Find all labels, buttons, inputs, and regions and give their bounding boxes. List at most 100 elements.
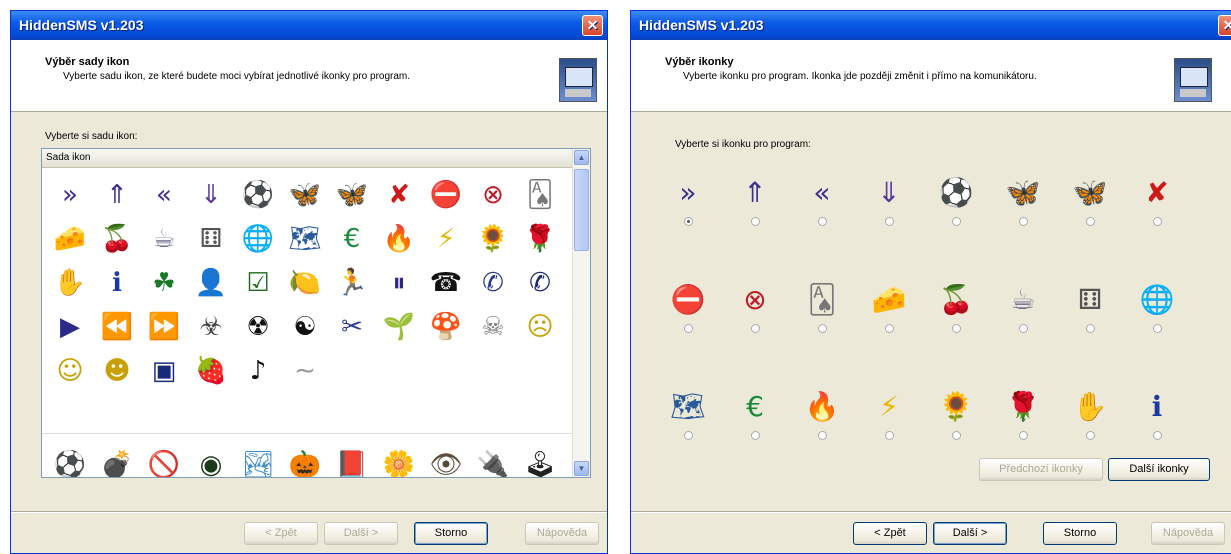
help-button[interactable]: Nápověda bbox=[1151, 522, 1225, 545]
title-bar[interactable]: HiddenSMS v1.203 ✕ bbox=[631, 11, 1231, 40]
cheese-icon: 🧀 bbox=[871, 283, 907, 316]
help-button[interactable]: Nápověda bbox=[525, 522, 599, 545]
icon-option-radio[interactable] bbox=[1085, 217, 1095, 226]
close-icon: ✕ bbox=[586, 17, 599, 33]
icon-option-radio[interactable] bbox=[817, 217, 827, 226]
red-x-mark-icon: ✘ bbox=[1145, 176, 1169, 209]
back-button[interactable]: < Zpět bbox=[853, 522, 927, 545]
icon-option[interactable]: € bbox=[725, 389, 785, 440]
icon-set-row[interactable]: ⚽ 💣 🚫 ◉ 🏞 🎃 📕 🌼 👁 🔌 🕹 bbox=[48, 443, 562, 477]
next-button[interactable]: Další > bbox=[324, 522, 398, 545]
icon-option-radio[interactable] bbox=[1152, 324, 1162, 333]
icon-set-list-label: Vyberte si sadu ikon: bbox=[45, 131, 138, 142]
icon-option-radio[interactable] bbox=[683, 324, 693, 333]
rewind-button-icon: ⏪ bbox=[100, 312, 134, 342]
icon-option-radio[interactable] bbox=[1018, 217, 1028, 226]
next-icons-button[interactable]: Další ikonky bbox=[1108, 458, 1210, 481]
icon-option[interactable]: ⊗ bbox=[725, 282, 785, 333]
icon-option-radio[interactable] bbox=[750, 431, 760, 440]
icon-option-radio[interactable] bbox=[817, 324, 827, 333]
icon-option[interactable]: 🧀 bbox=[859, 282, 919, 333]
grin-smiley-icon: ☻ bbox=[103, 356, 131, 386]
next-button[interactable]: Další > bbox=[933, 522, 1007, 545]
icon-option-radio[interactable] bbox=[951, 324, 961, 333]
icon-option[interactable]: ✘ bbox=[1127, 175, 1187, 226]
cherries-icon: 🍒 bbox=[938, 283, 974, 316]
close-button[interactable]: ✕ bbox=[1218, 15, 1231, 36]
icon-option[interactable]: ⇑ bbox=[725, 175, 785, 226]
icon-option-radio[interactable] bbox=[1085, 324, 1095, 333]
previous-icons-button[interactable]: Předchozí ikonky bbox=[979, 458, 1103, 481]
cancel-button[interactable]: Storno bbox=[414, 522, 488, 545]
double-right-arrow-icon: » bbox=[679, 176, 697, 209]
icon-option[interactable]: 🦋 bbox=[993, 175, 1053, 226]
sunflower-icon: 🌻 bbox=[938, 390, 974, 423]
soccer-ball-icon: ⚽ bbox=[241, 180, 275, 210]
icon-option[interactable]: ⇓ bbox=[859, 175, 919, 226]
icon-option-radio[interactable] bbox=[884, 217, 894, 226]
icon-option[interactable]: ⚽ bbox=[926, 175, 986, 226]
icon-option[interactable]: 🦋 bbox=[1060, 175, 1120, 226]
phone-circle-icon: ✆ bbox=[529, 268, 551, 298]
icon-option-radio[interactable] bbox=[750, 324, 760, 333]
title-bar[interactable]: HiddenSMS v1.203 ✕ bbox=[11, 11, 607, 40]
icon-option[interactable]: ℹ bbox=[1127, 389, 1187, 440]
window-title: HiddenSMS v1.203 bbox=[639, 17, 764, 33]
wizard-step-title: Výběr sady ikon bbox=[45, 56, 130, 68]
leaf-icon: ☘ bbox=[152, 268, 176, 298]
biohazard-icon: ☣ bbox=[199, 312, 223, 342]
icon-option[interactable]: 🌻 bbox=[926, 389, 986, 440]
icon-option-radio[interactable] bbox=[1152, 431, 1162, 440]
back-button[interactable]: < Zpět bbox=[244, 522, 318, 545]
icon-option[interactable]: 🔥 bbox=[792, 389, 852, 440]
icon-option-radio[interactable] bbox=[951, 217, 961, 226]
icon-option-radio[interactable] bbox=[1018, 431, 1028, 440]
playing-cards-icon: 🂡 bbox=[807, 283, 837, 316]
icon-option-radio[interactable] bbox=[884, 431, 894, 440]
scroll-down-button[interactable]: ▼ bbox=[574, 461, 589, 476]
icon-option-radio[interactable] bbox=[884, 324, 894, 333]
stop-sign-icon: ⛔ bbox=[429, 180, 463, 210]
icon-option-radio[interactable] bbox=[683, 217, 693, 226]
icon-set-row-selected[interactable]: » ⇑ « ⇓ ⚽ 🦋 🦋 ✘ ⛔ ⊗ 🂡 🧀 🍒 ☕ ⚅ 🌐 🗺 € 🔥 ⚡ 🌻 🌹 ✋ ℹ ☘ 👤 ☑ 🍋 🏃 ⏸ ☎ ✆ ✆ ▶ ⏪ ⏩ ☣ ☢ ☯ ✂… bbox=[48, 173, 568, 393]
fast-forward-button-icon: ⏩ bbox=[147, 312, 181, 342]
icon-option[interactable]: ⚡ bbox=[859, 389, 919, 440]
yin-yang-icon: ☯ bbox=[293, 312, 317, 342]
close-button[interactable]: ✕ bbox=[582, 15, 603, 36]
person-icon: 👤 bbox=[194, 268, 228, 298]
icon-option[interactable]: 🌐 bbox=[1127, 282, 1187, 333]
icon-option[interactable]: 🗺 bbox=[658, 389, 718, 440]
column-header-icon-set[interactable]: Sada ikon bbox=[42, 149, 573, 168]
app-logo-icon bbox=[559, 58, 597, 102]
icon-option[interactable]: ⛔ bbox=[658, 282, 718, 333]
icon-option-radio[interactable] bbox=[1152, 217, 1162, 226]
icon-option-radio[interactable] bbox=[750, 217, 760, 226]
dice-icon: ⚅ bbox=[199, 224, 223, 254]
icon-option[interactable]: ⚅ bbox=[1060, 282, 1120, 333]
icon-option[interactable]: 🍒 bbox=[926, 282, 986, 333]
euro-icon: € bbox=[746, 390, 764, 423]
icon-option[interactable]: » bbox=[658, 175, 718, 226]
scroll-thumb[interactable] bbox=[574, 169, 589, 251]
icon-set-listbox[interactable]: Sada ikon » ⇑ « ⇓ ⚽ 🦋 🦋 ✘ ⛔ ⊗ 🂡 🧀 🍒 ☕ ⚅ 🌐 🗺 € 🔥 ⚡ 🌻 🌹 ✋ ℹ ☘ 👤 ☑ 🍋 🏃 ⏸… bbox=[41, 148, 591, 478]
icon-option[interactable]: 🂡 bbox=[792, 282, 852, 333]
scroll-up-button[interactable]: ▲ bbox=[574, 150, 589, 165]
double-down-arrow-icon: ⇓ bbox=[200, 180, 222, 210]
vertical-scrollbar[interactable]: ▲ ▼ bbox=[572, 149, 590, 477]
globe-icon: 🌐 bbox=[241, 224, 275, 254]
icon-option-radio[interactable] bbox=[1085, 431, 1095, 440]
globe-icon: 🌐 bbox=[1139, 283, 1175, 316]
icon-option-radio[interactable] bbox=[1018, 324, 1028, 333]
icon-option[interactable]: ✋ bbox=[1060, 389, 1120, 440]
icon-option-radio[interactable] bbox=[683, 431, 693, 440]
dice-icon: ⚅ bbox=[1077, 283, 1103, 316]
double-left-arrow-icon: « bbox=[813, 176, 831, 209]
info-icon: ℹ bbox=[112, 268, 122, 298]
icon-option-radio[interactable] bbox=[951, 431, 961, 440]
red-x-mark-icon: ✘ bbox=[388, 180, 410, 210]
icon-option[interactable]: ☕ bbox=[993, 282, 1053, 333]
icon-option-radio[interactable] bbox=[817, 431, 827, 440]
icon-option[interactable]: « bbox=[792, 175, 852, 226]
cancel-button[interactable]: Storno bbox=[1043, 522, 1117, 545]
icon-option[interactable]: 🌹 bbox=[993, 389, 1053, 440]
